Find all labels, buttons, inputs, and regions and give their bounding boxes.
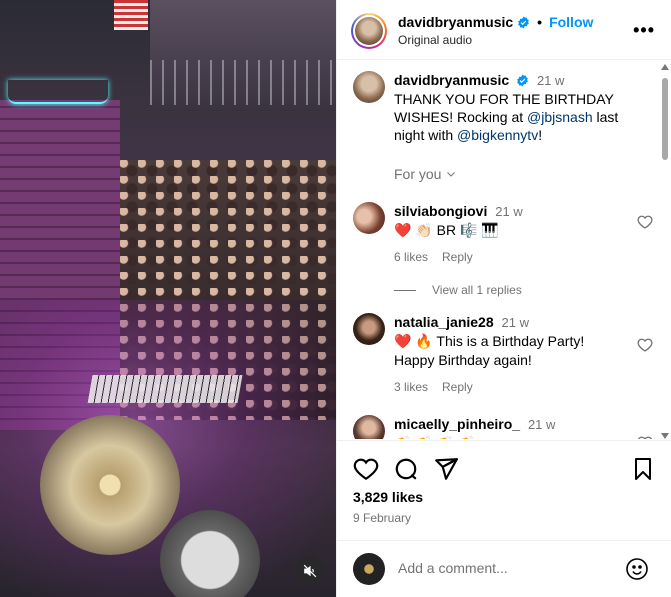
header-separator-dot: • [537,14,543,30]
post-media-video[interactable] [0,0,336,597]
comment-item: silviabongiovi 21 w ❤️ 👏🏻 BR 🎼 🎹 6 likes… [353,202,653,264]
verified-badge-icon [518,16,530,28]
comment-username[interactable]: silviabongiovi [394,203,487,219]
comment-avatar[interactable] [353,202,385,234]
caption-text-3: ! [538,127,543,143]
post-date: 9 February [353,511,412,525]
caption-avatar[interactable] [353,71,385,103]
for-you-label: For you [394,166,442,182]
share-icon[interactable] [433,456,459,482]
comment-item: natalia_janie28 21 w ❤️ 🔥 This is a Birt… [353,313,653,394]
audio-label[interactable]: Original audio [398,33,472,47]
comment-text: ❤️ 🔥 This is a Birthday Party! Happy Bir… [394,333,585,368]
post-side-panel: davidbryanmusic • Follow Original audio … [336,0,671,597]
view-all-replies-button[interactable]: View all 1 replies [394,283,522,297]
comments-scrollbar[interactable] [659,64,669,439]
muted-audio-icon [303,564,317,578]
scroll-down-arrow-icon[interactable] [661,433,669,439]
comment-avatar[interactable] [353,313,385,345]
comment-likes-count[interactable]: 3 likes [394,380,428,394]
media-keyboard [87,375,243,403]
mention-link-bigkennytv[interactable]: @bigkennytv [457,127,538,143]
post-actions-bar: 3,829 likes 9 February [337,440,671,540]
media-railing [150,60,336,105]
media-neon-sign [8,80,108,104]
verified-badge-icon [517,74,528,87]
heart-icon[interactable] [637,435,653,439]
add-comment-bar [337,540,671,597]
media-flag [114,0,148,30]
add-comment-input[interactable] [398,560,618,576]
heart-icon[interactable] [637,337,653,353]
view-all-replies-label: View all 1 replies [432,283,522,297]
more-options-icon[interactable]: ••• [633,20,655,41]
comment-avatar[interactable] [353,415,385,439]
caption-time: 21 w [536,73,565,88]
comments-list: davidbryanmusic 21 w THANK YOU FOR THE B… [337,61,671,439]
scroll-up-arrow-icon[interactable] [661,64,669,70]
comment-text: ❤️ 👏🏻 BR 🎼 🎹 [394,222,499,238]
comment-reply-button[interactable]: Reply [442,380,473,394]
post-caption: davidbryanmusic 21 w THANK YOU FOR THE B… [353,71,643,144]
comment-likes-count[interactable]: 6 likes [394,250,428,264]
heart-icon[interactable] [353,456,379,482]
heart-icon[interactable] [637,214,653,230]
replies-divider [394,289,416,291]
follow-button[interactable]: Follow [549,14,593,30]
mute-toggle-button[interactable] [296,557,324,585]
comment-time: 21 w [527,417,556,432]
author-username[interactable]: davidbryanmusic [398,14,513,30]
comment-reply-button[interactable]: Reply [442,250,473,264]
comment-text: 👏 👏 👏 👏 [394,435,475,439]
author-line: davidbryanmusic • Follow [398,14,593,30]
comment-item: micaelly_pinheiro_ 21 w 👏 👏 👏 👏 [353,415,653,439]
comment-time: 21 w [495,204,523,219]
mention-link-jbjsnash[interactable]: @jbjsnash [527,109,593,125]
likes-count[interactable]: 3,829 likes [353,489,423,505]
bookmark-icon[interactable] [631,456,655,482]
comment-time: 21 w [501,315,529,330]
media-cymbal [40,415,180,555]
comment-username[interactable]: micaelly_pinheiro_ [394,416,520,432]
scroll-thumb[interactable] [662,78,668,160]
caption-username[interactable]: davidbryanmusic [394,72,509,88]
for-you-sort-dropdown[interactable]: For you [394,166,457,182]
current-user-avatar [353,553,385,585]
chevron-down-icon [447,172,456,177]
author-avatar[interactable] [351,13,387,49]
post-header: davidbryanmusic • Follow Original audio … [337,0,671,60]
emoji-icon[interactable] [625,557,649,581]
comment-username[interactable]: natalia_janie28 [394,314,494,330]
comment-icon[interactable] [393,456,419,482]
